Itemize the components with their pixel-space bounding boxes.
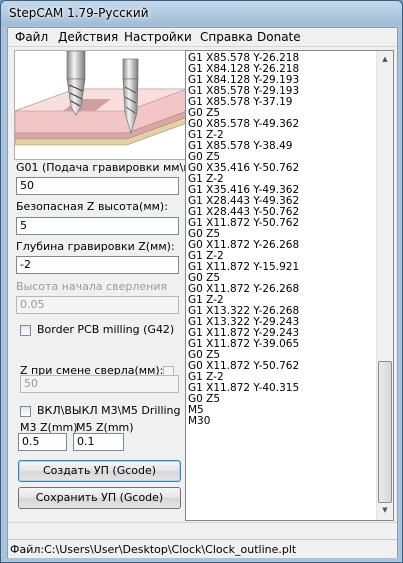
gcode-line: G0 Z5 [188, 273, 221, 284]
feed-input[interactable]: 50 [16, 177, 179, 195]
gcode-line: G1 X11.872 Y-15.921 [188, 262, 300, 273]
menu-actions[interactable]: Действия [58, 30, 118, 44]
gcode-line: G1 X85.578 Y-29.193 [188, 86, 300, 97]
gcode-line: G1 X85.578 Y-26.218 [188, 53, 300, 64]
drill-start-label: Высота начала сверления [16, 280, 168, 293]
border-milling-checkbox[interactable] [20, 325, 31, 336]
milling-cutter-illustration [14, 50, 188, 160]
gcode-line: M30 [188, 416, 211, 427]
gcode-line: G1 Z-2 [188, 295, 224, 306]
gcode-line: G0 X35.416 Y-50.762 [188, 163, 300, 174]
m3-z-input[interactable]: 0.5 [18, 433, 67, 451]
gcode-output-textarea[interactable]: G1 X85.578 Y-26.218 G1 X84.128 Y-26.218 G1… [185, 50, 394, 521]
gcode-line: G1 Z-2 [188, 372, 224, 383]
m5-z-input[interactable]: 0.1 [73, 433, 124, 451]
gcode-line: G1 Z-2 [188, 251, 224, 262]
drill-start-input[interactable]: 0.05 [16, 296, 179, 314]
client-area: Файл Действия Настройки Справка Donate G… [7, 27, 398, 558]
gcode-line: G0 Z5 [188, 108, 221, 119]
gcode-scrollbar[interactable]: ▲ ▼ [376, 51, 393, 520]
gcode-line: G0 Z5 [188, 394, 221, 405]
safe-z-label: Безопасная Z высота(мм): [16, 200, 168, 213]
gcode-line: G1 X85.578 Y-38.49 [188, 141, 293, 152]
gcode-line: G0 Z5 [188, 350, 221, 361]
gcode-line: G1 X85.578 Y-37.19 [188, 97, 293, 108]
app-window: StepCAM 1.79-Русский Файл Действия Настр… [0, 0, 403, 563]
menu-file[interactable]: Файл [15, 30, 48, 44]
safe-z-input[interactable]: 5 [16, 217, 179, 235]
menu-settings[interactable]: Настройки [124, 30, 192, 44]
gcode-line: G0 X11.872 Y-26.268 [188, 240, 300, 251]
gcode-line: G1 X84.128 Y-29.193 [188, 75, 300, 86]
window-title: StepCAM 1.79-Русский [9, 6, 149, 20]
menu-donate[interactable]: Donate [257, 30, 301, 44]
create-gcode-button[interactable]: Создать УП (Gcode) [18, 460, 181, 482]
gcode-line: G1 X13.322 Y-26.268 [188, 306, 300, 317]
gcode-line: G0 X11.872 Y-26.268 [188, 284, 300, 295]
m3m5-checkbox[interactable] [20, 406, 31, 417]
depth-label: Глубина гравировки Z(мм): [16, 240, 175, 253]
milling-illustration-svg [14, 50, 188, 146]
gcode-line: G1 X11.872 Y-29.243 [188, 328, 300, 339]
gcode-line: G0 X11.872 Y-50.762 [188, 361, 300, 372]
menu-help[interactable]: Справка [200, 30, 253, 44]
gcode-line: G1 Z-2 [188, 174, 224, 185]
m3m5-label: ВКЛ\ВЫКЛ M3\M5 Drilling [37, 404, 181, 417]
menu-bar: Файл Действия Настройки Справка Donate [8, 28, 397, 47]
scroll-down-icon[interactable]: ▼ [378, 503, 392, 518]
depth-input[interactable]: -2 [16, 256, 179, 274]
gcode-line: G0 Z5 [188, 229, 221, 240]
gcode-line: M5 [188, 405, 204, 416]
gcode-line: G1 X35.416 Y-49.362 [188, 185, 300, 196]
gcode-line: G1 X28.443 Y-50.762 [188, 207, 300, 218]
gcode-line: G1 X11.872 Y-39.065 [188, 339, 300, 350]
save-gcode-button[interactable]: Сохранить УП (Gcode) [18, 487, 181, 509]
title-bar: StepCAM 1.79-Русский [1, 1, 402, 26]
gcode-line: G1 X28.443 Y-49.362 [188, 196, 300, 207]
gcode-line: G1 X13.322 Y-29.243 [188, 317, 300, 328]
gcode-line: G1 X11.872 Y-50.762 [188, 218, 300, 229]
status-bar: Файл:C:\Users\User\Desktop\Clock\Clock_o… [8, 539, 397, 558]
gcode-line: G1 X11.872 Y-40.315 [188, 383, 300, 394]
gcode-lines: G1 X85.578 Y-26.218 G1 X84.128 Y-26.218 G1… [188, 53, 374, 427]
feed-label: G01 (Подача гравировки мм\мин) [16, 161, 186, 174]
status-file-path: Файл:C:\Users\User\Desktop\Clock\Clock_o… [10, 543, 297, 556]
scroll-up-icon[interactable]: ▲ [378, 52, 392, 67]
gcode-line: G1 Z-2 [188, 130, 224, 141]
z-change-input[interactable]: 50 [20, 375, 179, 393]
gcode-line: G0 Z5 [188, 152, 221, 163]
gcode-line: G0 X85.578 Y-49.362 [188, 119, 300, 130]
scroll-thumb[interactable] [378, 361, 392, 503]
progress-bar-area [8, 522, 397, 539]
border-milling-label: Border PCB milling (G42) [37, 323, 175, 336]
gcode-line: G1 X84.128 Y-26.218 [188, 64, 300, 75]
